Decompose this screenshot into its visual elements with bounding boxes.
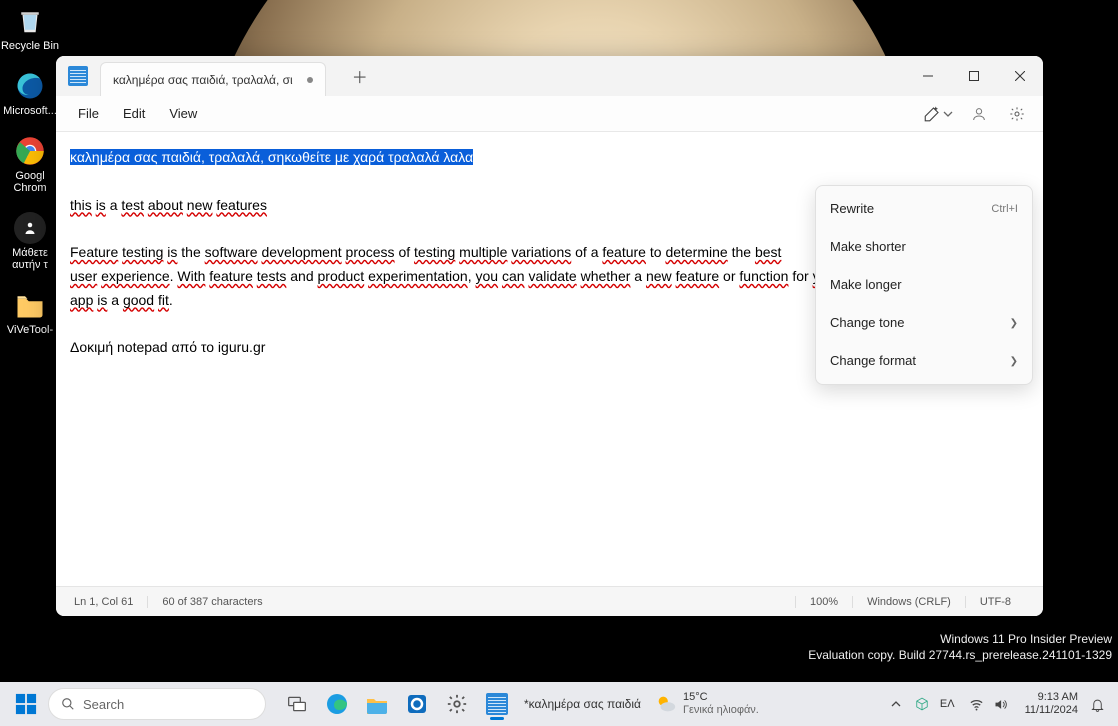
menu-view[interactable]: View [157,102,209,125]
cube-icon [915,697,929,711]
minimize-button[interactable] [905,56,951,96]
status-eol[interactable]: Windows (CRLF) [852,596,965,608]
watermark-line1: Windows 11 Pro Insider Preview [940,632,1112,646]
statusbar: Ln 1, Col 61 60 of 387 characters 100% W… [56,586,1043,616]
desktop-icon-learn[interactable]: Μάθετε αυτήν τ [0,212,60,271]
chevron-up-icon [891,699,901,709]
new-tab-button[interactable]: ＋ [344,60,376,92]
folder-icon [365,693,389,715]
menubar: File Edit View [56,96,1043,132]
notepad-icon [486,693,508,715]
ai-button[interactable] [919,98,957,130]
taskbar-outlook[interactable] [398,686,436,722]
sparkle-pen-icon [923,105,941,123]
desktop-icon-chrome[interactable]: Googl Chrom [0,135,60,194]
outlook-icon [405,692,429,716]
menu-file[interactable]: File [66,102,111,125]
weather-icon [655,693,677,715]
chevron-right-icon: ❯ [1010,353,1018,370]
tray-language[interactable]: ΕΛ [936,689,959,719]
weather-desc: Γενικά ηλιοφάν. [683,704,759,717]
taskbar-weather[interactable]: 15°C Γενικά ηλιοφάν. [655,691,759,717]
icon-label: Μάθετε αυτήν τ [12,247,48,271]
chrome-icon [14,135,46,167]
edge-icon [14,70,46,102]
settings-button[interactable] [1001,98,1033,130]
desktop-icons-area: Recycle Bin Microsoft... Googl Chrom Μάθ… [0,0,60,354]
ai-format[interactable]: Change format ❯ [816,342,1032,380]
document-tab[interactable]: καλημέρα σας παιδιά, τραλαλά, σι [100,62,326,96]
selected-text: καλημέρα σας παιδιά, τραλαλά, σηκωθείτε … [70,149,473,165]
taskbar-window-title[interactable]: *καλημέρα σας παιδιά [524,697,641,711]
task-view-icon [287,694,307,714]
taskbar-search[interactable]: Search [48,688,266,720]
notepad-window: καλημέρα σας παιδιά, τραλαλά, σι ＋ File … [56,56,1043,616]
learn-icon [14,212,46,244]
ai-dropdown-menu: Rewrite Ctrl+I Make shorter Make longer … [815,185,1033,385]
window-controls [905,56,1043,96]
clock-time: 9:13 AM [1025,691,1078,704]
chevron-right-icon: ❯ [1010,315,1018,332]
status-zoom[interactable]: 100% [795,596,852,608]
taskbar-edge[interactable] [318,686,356,722]
maximize-button[interactable] [951,56,997,96]
ai-shorter[interactable]: Make shorter [816,228,1032,266]
recycle-bin-icon [14,5,46,37]
titlebar[interactable]: καλημέρα σας παιδιά, τραλαλά, σι ＋ [56,56,1043,96]
gear-icon [446,693,468,715]
bell-icon [1090,697,1105,712]
folder-icon [14,289,46,321]
search-placeholder: Search [83,697,124,712]
desktop-icon-recycle-bin[interactable]: Recycle Bin [0,5,60,52]
tray-dev[interactable] [910,689,934,719]
taskbar-explorer[interactable] [358,686,396,722]
status-encoding[interactable]: UTF-8 [965,596,1025,608]
ai-longer[interactable]: Make longer [816,266,1032,304]
status-selection: 60 of 387 characters [147,596,276,608]
volume-icon [989,689,1013,719]
icon-label: Recycle Bin [1,40,59,52]
task-view-button[interactable] [278,686,316,722]
ai-rewrite[interactable]: Rewrite Ctrl+I [816,190,1032,228]
menu-edit[interactable]: Edit [111,102,157,125]
wifi-icon [965,689,989,719]
clock-date: 11/11/2024 [1025,704,1078,717]
watermark-line2: Evaluation copy. Build 27744.rs_prerelea… [808,648,1112,662]
person-icon [971,106,987,122]
taskbar-clock[interactable]: 9:13 AM 11/11/2024 [1019,691,1084,717]
chevron-down-icon [943,109,953,119]
desktop-icon-edge[interactable]: Microsoft... [0,70,60,117]
notifications-button[interactable] [1086,689,1110,719]
windows-logo-icon [15,693,37,715]
text-editor[interactable]: καλημέρα σας παιδιά, τραλαλά, σηκωθείτε … [56,132,1043,586]
tray-chevron[interactable] [884,689,908,719]
search-icon [61,697,75,711]
notepad-app-icon [68,66,88,86]
desktop-icon-vivetool[interactable]: ViVeTool- [0,289,60,336]
edge-icon [325,692,349,716]
ai-tone[interactable]: Change tone ❯ [816,304,1032,342]
taskbar-notepad[interactable] [478,686,516,722]
icon-label: Microsoft... [3,105,57,117]
taskbar: Search *καλημέρα σας παιδιά 15°C Γενικά … [0,682,1118,726]
icon-label: ViVeTool- [7,324,53,336]
icon-label: Googl Chrom [13,170,46,194]
status-position[interactable]: Ln 1, Col 61 [74,596,147,608]
tab-title: καλημέρα σας παιδιά, τραλαλά, σι [113,73,293,87]
unsaved-indicator-icon [307,77,313,83]
tray-net-vol[interactable] [961,689,1017,719]
weather-temp: 15°C [683,691,759,704]
gear-icon [1009,106,1025,122]
taskbar-settings[interactable] [438,686,476,722]
profile-button[interactable] [963,98,995,130]
close-button[interactable] [997,56,1043,96]
start-button[interactable] [8,686,44,722]
